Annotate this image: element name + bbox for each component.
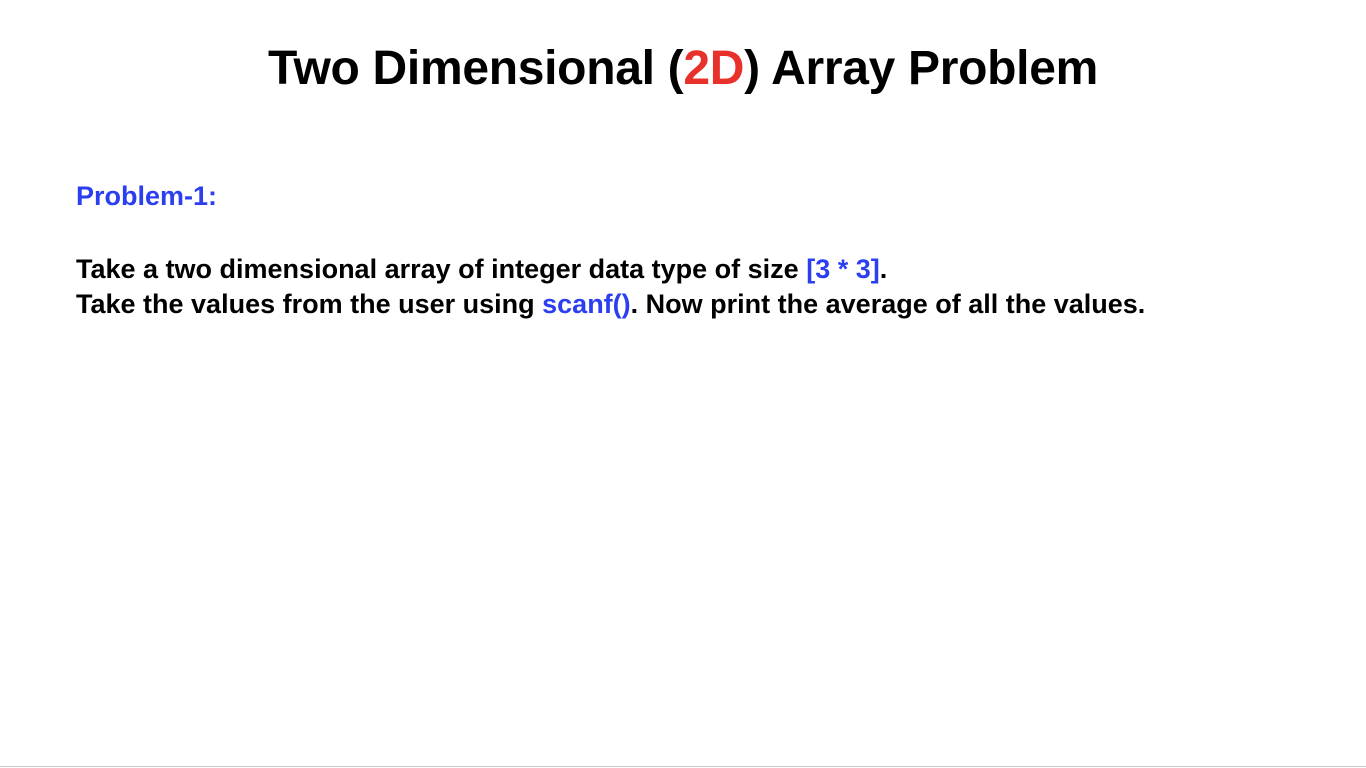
scanf-highlight: scanf()	[542, 289, 631, 319]
slide-title: Two Dimensional (2D) Array Problem	[0, 40, 1366, 98]
problem-statement-line-1: Take a two dimensional array of integer …	[76, 252, 887, 286]
line2-text: Take the values from the user using	[76, 289, 543, 319]
line2-end: . Now print the average of all the value…	[630, 289, 1146, 319]
title-highlight-2d: 2D	[683, 42, 745, 95]
line1-text: Take a two dimensional array of integer …	[76, 254, 807, 284]
problem-statement-line-2: Take the values from the user using scan…	[76, 287, 1145, 321]
slide: Two Dimensional (2D) Array Problem Probl…	[0, 0, 1366, 767]
array-size-highlight: [3 * 3]	[806, 254, 880, 284]
title-part-2: ) Array Problem	[744, 42, 1098, 95]
problem-label: Problem-1:	[76, 181, 218, 211]
title-part-1: Two Dimensional (	[268, 42, 684, 95]
line1-end: .	[879, 254, 888, 284]
